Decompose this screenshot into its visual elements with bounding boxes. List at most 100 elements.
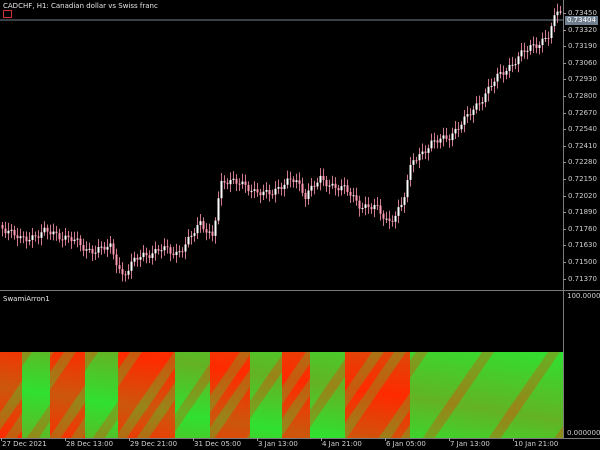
candle [496,67,499,89]
time-label: 10 Jan 21:00 [514,440,559,448]
candle [523,42,526,59]
price-tick [563,145,566,147]
candle [313,180,316,195]
candle [343,177,346,195]
candle [58,228,61,243]
candle [502,65,505,83]
candle [289,171,292,188]
candle [217,191,220,225]
panel-separator[interactable] [0,290,600,291]
candle [373,198,376,218]
candle [472,105,475,123]
candle [13,225,16,240]
candle [277,179,280,194]
candle [298,172,301,192]
candle [259,188,262,204]
candle [139,249,142,267]
candle [91,245,94,261]
candle [424,145,427,160]
candle [463,109,466,133]
time-label: 28 Dec 13:00 [66,440,114,448]
candle [190,230,193,245]
candle [535,37,538,54]
price-label: 0.73190 [568,42,597,51]
price-label: 0.72670 [568,108,597,117]
candle [97,239,100,258]
price-tick [563,96,566,97]
candle [103,242,106,254]
candle [109,235,112,254]
candle [10,223,13,239]
candle [244,174,247,193]
candle [337,184,340,197]
candle [541,32,544,53]
candle [499,64,502,79]
candle [193,228,196,242]
candle [79,235,82,252]
price-tick [563,278,566,280]
candle [67,231,70,244]
candle [349,187,352,204]
price-tick [563,228,566,230]
candle [526,46,529,60]
candle [361,202,364,213]
candle [403,192,406,213]
candle [262,184,265,200]
price-tick [563,129,566,131]
swami-indicator-panel[interactable] [0,292,563,439]
candle [334,177,337,196]
candle [265,182,268,199]
candle [184,237,187,260]
price-label: 0.72800 [568,92,597,100]
candle [397,199,400,224]
candle [4,221,7,238]
candle [406,174,409,203]
candle [280,182,283,196]
candle [286,170,289,189]
candle [187,229,190,248]
candle [88,242,91,253]
price-tick [563,29,566,31]
candle [142,244,145,262]
time-axis[interactable]: 27 Dec 2021 28 Dec 13:00 29 Dec 21:00 31 De… [0,438,600,450]
candle [220,172,223,206]
candle [112,239,115,260]
candle [451,127,454,147]
candle [163,238,166,256]
price-label: 0.71890 [568,208,597,217]
candle [379,198,382,221]
candle [511,56,514,73]
candle [310,178,313,197]
price-label: 0.72930 [568,75,597,84]
candle [106,239,109,257]
candle [64,228,67,246]
price-tick [563,179,566,180]
candle [250,184,253,199]
candle [487,79,490,102]
candle [376,197,379,211]
candle [328,179,331,195]
candle [247,181,250,196]
candle [433,132,436,149]
price-label: 0.71370 [568,274,597,283]
trade-levels-icon[interactable] [3,10,12,18]
price-axis[interactable]: 0.73450 0.73320 0.73190 0.73060 0.72930 0.728… [563,0,600,290]
candle [448,134,451,148]
candle [40,224,43,246]
candle [160,244,163,259]
price-chart[interactable] [0,0,563,290]
price-tick [563,62,566,64]
candle [508,58,511,78]
candle [34,231,37,242]
candle [364,196,367,216]
candle [469,108,472,121]
candle [295,173,298,189]
candle [241,173,244,189]
candle [367,197,370,214]
candle [205,223,208,241]
price-label: 0.72150 [568,175,597,183]
candle [178,245,181,258]
time-label: 31 Dec 05:00 [194,440,242,448]
candle [82,238,85,257]
candle [409,156,412,187]
